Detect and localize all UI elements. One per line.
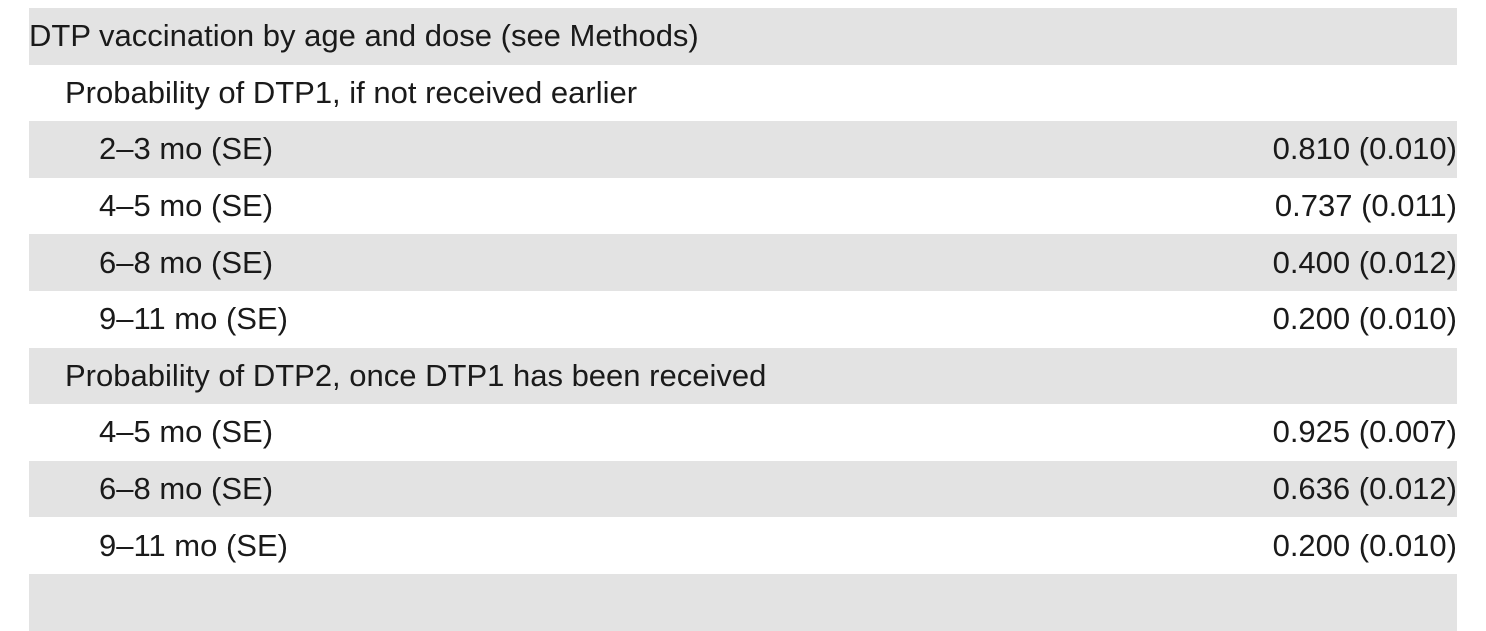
row-label: 9–11 mo (SE) — [99, 301, 288, 337]
data-table: DTP vaccination by age and dose (see Met… — [29, 8, 1457, 631]
row-label: 6–8 mo (SE) — [99, 244, 274, 280]
subsection-header-row: Probability of DTP2, once DTP1 has been … — [29, 347, 1457, 405]
row-value: 0.200 (0.010) — [1272, 527, 1457, 563]
table-row: 9–11 mo (SE) 0.200 (0.010) — [29, 291, 1457, 348]
row-value: 0.200 (0.010) — [1272, 301, 1457, 337]
table-row: 2–3 mo (SE) 0.810 (0.010) — [29, 121, 1457, 178]
section-header-row: DTP vaccination by age and dose (see Met… — [29, 8, 1457, 65]
subsection-header-row: Probability of DTP1, if not received ear… — [29, 65, 1457, 122]
table-row-partial — [29, 573, 1457, 631]
row-value: 0.925 (0.007) — [1272, 414, 1457, 450]
row-label: 6–8 mo (SE) — [99, 471, 274, 507]
table-row: 4–5 mo (SE) 0.737 (0.011) — [29, 178, 1457, 235]
row-value: 0.810 (0.010) — [1272, 131, 1457, 167]
row-label: DTP vaccination by age and dose (see Met… — [29, 18, 699, 54]
row-value: 0.400 (0.012) — [1272, 244, 1457, 280]
table-row: 9–11 mo (SE) 0.200 (0.010) — [29, 517, 1457, 574]
table-row: 4–5 mo (SE) 0.925 (0.007) — [29, 404, 1457, 461]
row-label: Probability of DTP2, once DTP1 has been … — [65, 357, 767, 393]
table-row: 6–8 mo (SE) 0.400 (0.012) — [29, 234, 1457, 291]
row-label: 2–3 mo (SE) — [99, 131, 274, 167]
row-value: 0.737 (0.011) — [1274, 188, 1457, 224]
row-label: 9–11 mo (SE) — [99, 527, 288, 563]
row-label: Probability of DTP1, if not received ear… — [65, 74, 638, 110]
table-row: 6–8 mo (SE) 0.636 (0.012) — [29, 460, 1457, 518]
row-label: 4–5 mo (SE) — [99, 414, 274, 450]
row-label: 4–5 mo (SE) — [99, 188, 274, 224]
row-value: 0.636 (0.012) — [1272, 471, 1457, 507]
